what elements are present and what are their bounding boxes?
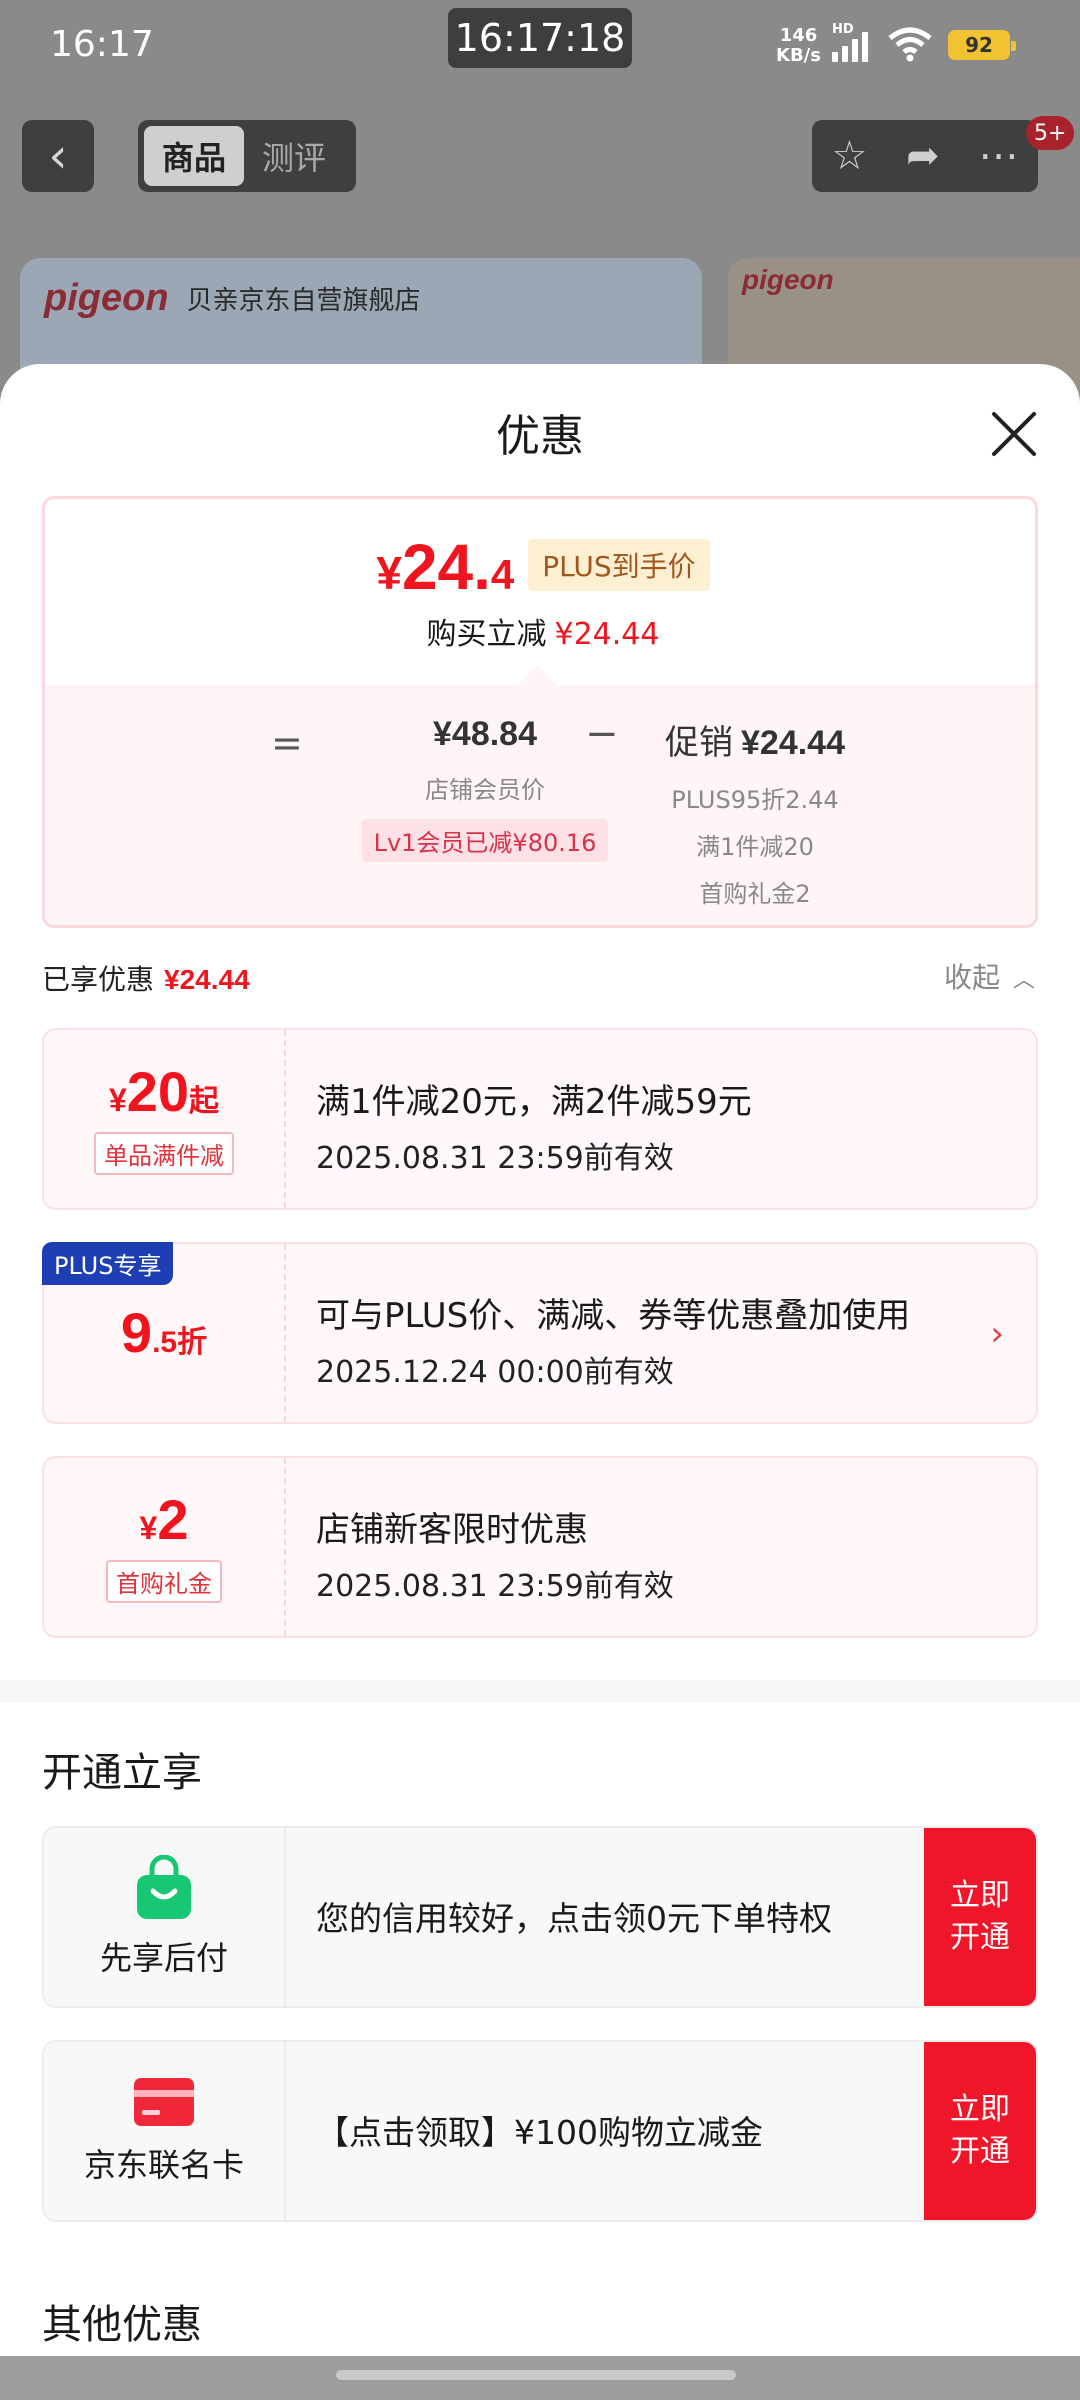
coupon-card[interactable]: ¥2 首购礼金 店铺新客限时优惠 2025.08.31 23:59前有效 <box>42 1456 1038 1638</box>
member-discount-pill: Lv1会员已减¥80.16 <box>361 819 609 862</box>
promo-column: 促销 ¥24.44 PLUS95折2.44 满1件减20 首购礼金2 <box>665 724 845 908</box>
credit-card-icon <box>134 2078 194 2126</box>
more-icon[interactable]: ⋯ <box>979 133 1019 179</box>
other-benefits-title: 其他优惠 <box>42 2302 202 2348</box>
battery-icon: 92 <box>948 30 1016 60</box>
chevron-left-icon: ‹ <box>48 128 68 184</box>
coupon-card-plus[interactable]: PLUS专享 9.5折 可与PLUS价、满减、券等优惠叠加使用 2025.12.… <box>42 1242 1038 1424</box>
price-summary: ¥24.4 PLUS到手价 购买立减 ¥24.44 = ¥48.84 店铺会员价 … <box>42 496 1038 928</box>
shop-name: 贝亲京东自营旗舰店 <box>186 285 421 316</box>
favorite-star-icon[interactable]: ☆ <box>831 133 867 179</box>
open-now-button[interactable]: 立即 开通 <box>924 2042 1036 2220</box>
tab-review[interactable]: 测评 <box>244 126 344 186</box>
cobrand-card[interactable]: 京东联名卡 【点击领取】¥100购物立减金 立即 开通 <box>42 2040 1038 2222</box>
status-bar: 16:17 16:17:18 146 KB/s HD 92 <box>0 0 1080 90</box>
final-price: ¥24.4 <box>376 531 515 603</box>
enjoyed-discount: 已享优惠 ¥24.44 <box>42 963 250 996</box>
sheet-title: 优惠 <box>496 411 584 462</box>
close-icon[interactable] <box>984 404 1044 464</box>
chevron-up-icon: ︿ <box>1012 968 1035 993</box>
brand-logo-small: pigeon <box>742 264 834 295</box>
section-divider <box>0 1680 1080 1702</box>
floating-clock: 16:17:18 <box>448 8 632 68</box>
network-speed: 146 KB/s <box>776 25 821 66</box>
share-icon[interactable]: ➦ <box>906 133 940 179</box>
status-time: 16:17 <box>50 24 154 65</box>
shopping-bag-icon <box>137 1855 191 1919</box>
cellular-signal-icon <box>832 28 868 62</box>
top-action-group: ☆ ➦ ⋯ <box>812 120 1038 192</box>
plus-price-tag: PLUS到手价 <box>528 539 710 591</box>
coupon-card[interactable]: ¥20起 单品满件减 满1件减20元，满2件减59元 2025.08.31 23… <box>42 1028 1038 1210</box>
open-benefits-title: 开通立享 <box>42 1750 202 1796</box>
equals-sign: = <box>271 721 303 765</box>
chevron-right-icon[interactable]: › <box>990 1314 1004 1354</box>
back-button[interactable]: ‹ <box>22 120 94 192</box>
message-badge: 5+ <box>1026 116 1075 150</box>
brand-logo: pigeon <box>44 276 169 319</box>
discount-sheet: 优惠 ¥24.4 PLUS到手价 购买立减 ¥24.44 = ¥48.84 店铺会… <box>0 364 1080 2400</box>
open-now-button[interactable]: 立即 开通 <box>924 1828 1036 2006</box>
collapse-toggle[interactable]: 收起 ︿ <box>944 956 1035 996</box>
coupon-type-tag: 首购礼金 <box>106 1559 222 1603</box>
wifi-icon <box>888 27 932 62</box>
instant-discount: 购买立减 ¥24.44 <box>426 617 660 652</box>
tab-product[interactable]: 商品 <box>144 126 244 186</box>
home-indicator[interactable] <box>336 2370 736 2380</box>
coupon-type-tag: 单品满件减 <box>94 1131 234 1175</box>
product-tab-switch[interactable]: 商品 测评 <box>138 120 356 192</box>
pay-later-card[interactable]: 先享后付 您的信用较好，点击领0元下单特权 立即 开通 <box>42 1826 1038 2008</box>
